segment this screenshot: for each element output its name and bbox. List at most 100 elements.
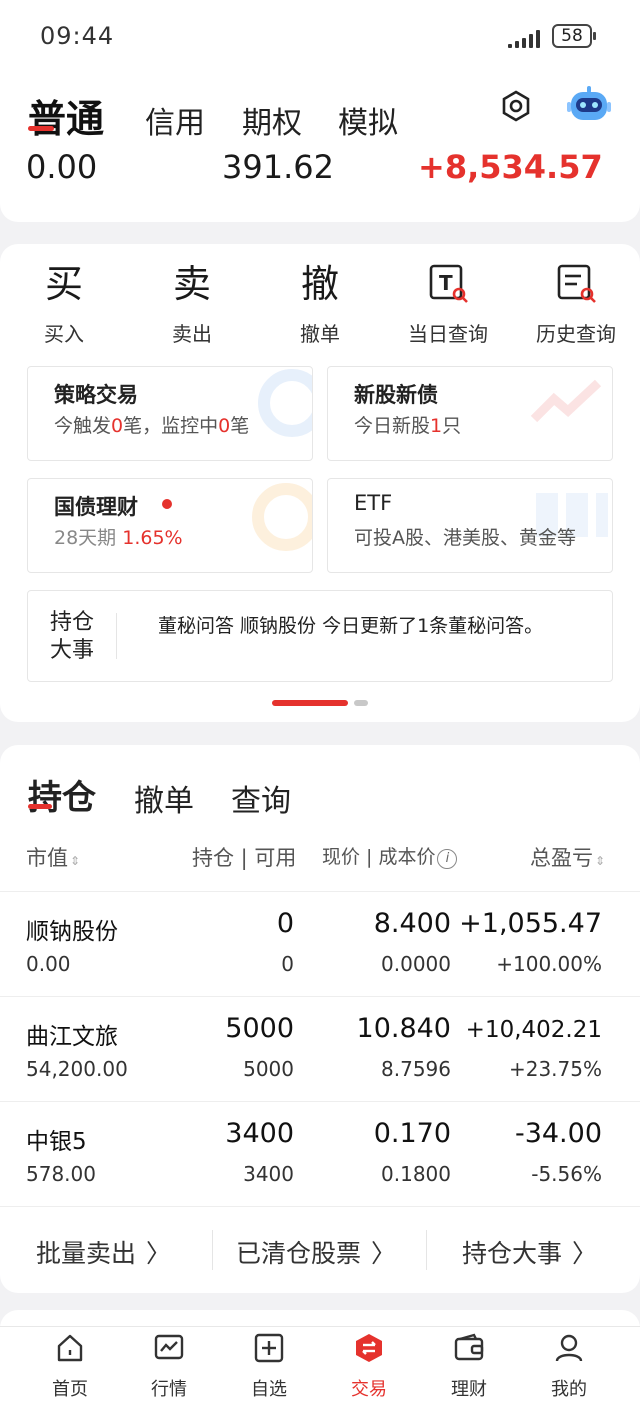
chevron-right-icon: 〉 xyxy=(371,1239,397,1268)
holdings-tab-indicator xyxy=(28,804,52,809)
sort-icon: ⇕ xyxy=(70,854,81,868)
stock-name: 中银5 xyxy=(26,1129,87,1155)
holding-events-link[interactable]: 持仓大事〉 xyxy=(462,1234,597,1270)
tab-simulated[interactable]: 模拟 xyxy=(338,98,398,142)
status-time: 09:44 xyxy=(40,22,115,50)
tab-cancel-orders[interactable]: 撤单 xyxy=(134,776,194,820)
settings-icon[interactable] xyxy=(500,90,532,122)
tile-subtitle: 今触发0笔，监控中0笔 xyxy=(54,415,250,437)
stock-position: 0 xyxy=(276,908,294,939)
pager-dot xyxy=(354,700,368,706)
ipo-tile[interactable]: 新股新债 今日新股1只 xyxy=(327,366,613,461)
nav-home[interactable]: 首页 xyxy=(20,1327,120,1406)
holding-row[interactable]: 中银5 578.00 3400 3400 0.170 0.1800 -34.00… xyxy=(0,1102,640,1206)
nav-watchlist[interactable]: 自选 xyxy=(219,1327,319,1406)
nav-wealth[interactable]: 理财 xyxy=(419,1327,519,1406)
tile-title: 策略交易 xyxy=(54,383,138,407)
trend-watermark-icon xyxy=(530,379,602,423)
column-position: 持仓 | 可用 xyxy=(192,846,297,870)
stock-name: 曲江文旅 xyxy=(26,1024,118,1050)
stock-pnl: +10,402.21 xyxy=(465,1017,602,1043)
stock-market-value: 54,200.00 xyxy=(26,1057,128,1081)
bottom-nav: 首页 行情 自选 交易 理财 我的 xyxy=(0,1326,640,1406)
tab-normal[interactable]: 普通 xyxy=(28,88,104,143)
market-value-total: 391.62 xyxy=(222,148,334,186)
stock-position: 5000 xyxy=(225,1013,294,1044)
home-icon xyxy=(57,1334,83,1362)
tab-credit[interactable]: 信用 xyxy=(145,98,205,142)
chevron-right-icon: 〉 xyxy=(146,1239,172,1268)
column-total-pnl[interactable]: 总盈亏 ⇕ xyxy=(530,842,605,872)
battery-icon: 58 xyxy=(552,24,596,48)
stock-available: 5000 xyxy=(243,1057,294,1081)
today-query-icon: T xyxy=(384,262,512,306)
profile-icon xyxy=(555,1334,583,1362)
stock-pnl-pct: -5.56% xyxy=(531,1162,602,1186)
cleared-stocks-link[interactable]: 已清仓股票〉 xyxy=(236,1234,396,1270)
divider xyxy=(0,1206,640,1207)
treasury-tile[interactable]: 国债理财 28天期 1.65% xyxy=(27,478,313,573)
market-chart-icon xyxy=(154,1334,184,1360)
svg-text:T: T xyxy=(439,271,453,295)
sell-button[interactable]: 卖 卖出 xyxy=(128,262,256,347)
tile-title: 新股新债 xyxy=(354,383,438,407)
total-profit: +8,534.57 xyxy=(418,148,603,186)
status-bar: 09:44 58 xyxy=(0,0,640,72)
stock-cost: 0.1800 xyxy=(381,1162,451,1186)
tile-subtitle: 可投A股、港美股、黄金等 xyxy=(354,527,576,549)
tab-query[interactable]: 查询 xyxy=(231,776,291,820)
today-query-button[interactable]: T 当日查询 xyxy=(384,262,512,347)
column-price: 现价 | 成本价 i xyxy=(322,842,458,869)
pager-dot-active xyxy=(272,700,348,706)
holding-events-label: 持仓 大事 xyxy=(50,610,95,663)
stock-position: 3400 xyxy=(225,1118,294,1149)
stock-pnl: -34.00 xyxy=(514,1118,602,1149)
cancel-order-button[interactable]: 撤 撤单 xyxy=(256,262,384,347)
tab-options[interactable]: 期权 xyxy=(242,98,302,142)
holding-row[interactable]: 顺钠股份 0.00 0 0 8.400 0.0000 +1,055.47 +10… xyxy=(0,892,640,996)
signal-icon xyxy=(508,28,546,48)
trade-exchange-icon xyxy=(356,1334,382,1362)
tile-subtitle: 今日新股1只 xyxy=(354,415,462,437)
stock-available: 3400 xyxy=(243,1162,294,1186)
stock-name: 顺钠股份 xyxy=(26,919,118,945)
divider xyxy=(426,1230,427,1270)
tile-subtitle: 28天期 1.65% xyxy=(54,527,183,549)
history-query-button[interactable]: 历史查询 xyxy=(512,262,640,347)
tab-holdings[interactable]: 持仓 xyxy=(28,770,96,819)
stock-pnl-pct: +100.00% xyxy=(496,952,602,976)
stock-price: 10.840 xyxy=(356,1013,451,1044)
assistant-robot-icon[interactable] xyxy=(566,84,612,126)
stock-price: 8.400 xyxy=(373,908,451,939)
tile-title: ETF xyxy=(354,491,393,515)
batch-sell-link[interactable]: 批量卖出〉 xyxy=(36,1234,171,1270)
nav-profile[interactable]: 我的 xyxy=(519,1327,619,1406)
divider xyxy=(212,1230,213,1270)
stock-cost: 0.0000 xyxy=(381,952,451,976)
strategy-trading-tile[interactable]: 策略交易 今触发0笔，监控中0笔 xyxy=(27,366,313,461)
stock-available: 0 xyxy=(281,952,294,976)
etf-tile[interactable]: ETF 可投A股、港美股、黄金等 xyxy=(327,478,613,573)
stock-pnl: +1,055.47 xyxy=(459,908,602,939)
sort-icon: ⇕ xyxy=(595,854,606,868)
nav-trade[interactable]: 交易 xyxy=(319,1327,419,1406)
pager-indicator xyxy=(272,700,368,707)
stock-market-value: 578.00 xyxy=(26,1162,96,1186)
column-market-value[interactable]: 市值 ⇕ xyxy=(26,842,80,872)
buy-button[interactable]: 买 买入 xyxy=(0,262,128,347)
strategy-watermark-icon xyxy=(258,369,312,437)
cancel-order-icon: 撤 xyxy=(300,262,339,306)
info-icon: i xyxy=(437,849,458,869)
stock-cost: 8.7596 xyxy=(381,1057,451,1081)
buy-icon: 买 xyxy=(44,262,83,306)
stock-market-value: 0.00 xyxy=(26,952,71,976)
stock-pnl-pct: +23.75% xyxy=(508,1057,602,1081)
nav-market[interactable]: 行情 xyxy=(119,1327,219,1406)
new-dot-badge xyxy=(162,499,172,509)
holding-row[interactable]: 曲江文旅 54,200.00 5000 5000 10.840 8.7596 +… xyxy=(0,997,640,1101)
tile-title: 国债理财 xyxy=(54,495,138,519)
wallet-icon xyxy=(454,1333,484,1361)
tab-indicator xyxy=(28,126,54,131)
sell-icon: 卖 xyxy=(172,262,211,306)
holding-events-banner[interactable]: 持仓 大事 董秘问答 顺钠股份 今日更新了1条董秘问答。 xyxy=(27,590,613,682)
